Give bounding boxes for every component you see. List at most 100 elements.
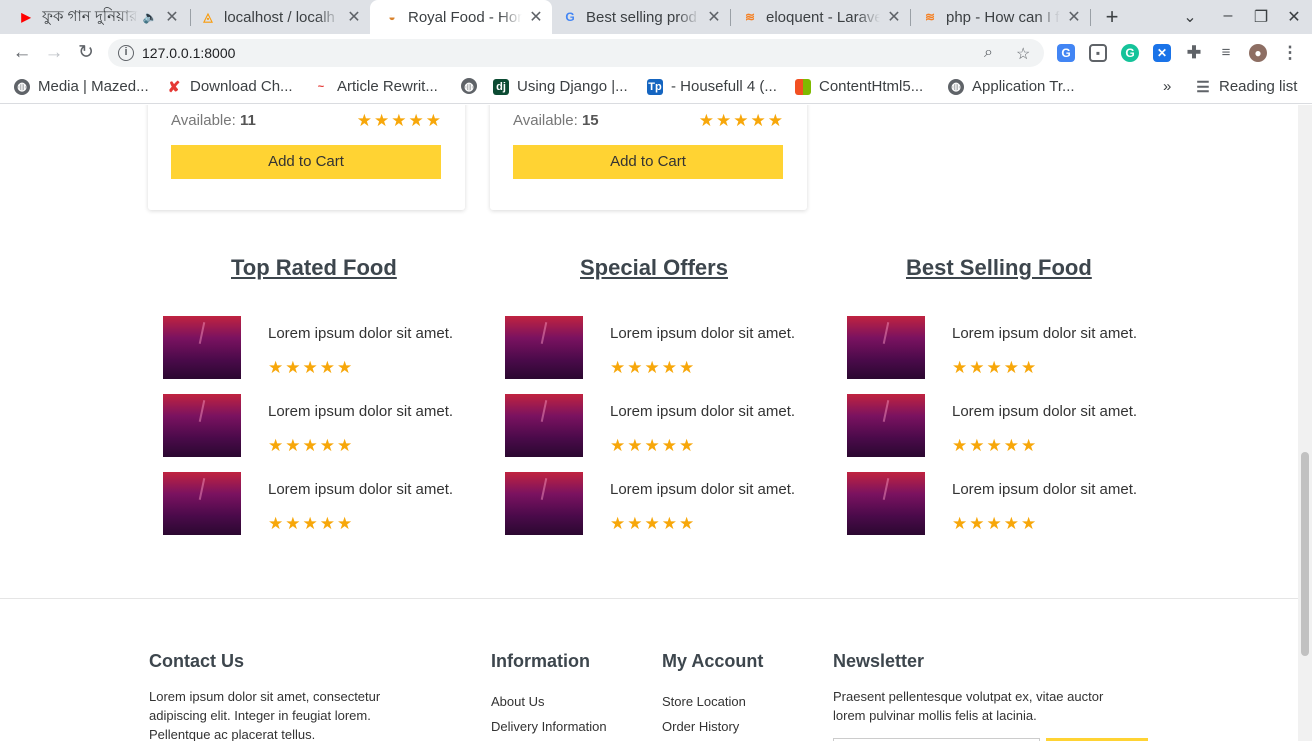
food-thumbnail[interactable] [847,472,925,535]
food-list-item[interactable]: Lorem ipsum dolor sit amet. ★★★★★ [163,394,483,457]
rating-stars: ★★★★★ [356,111,443,130]
bookmark-item[interactable]: ContentHtml5... [795,78,923,95]
food-name[interactable]: Lorem ipsum dolor sit amet. [268,481,453,498]
food-thumbnail[interactable] [505,316,583,379]
tab-search-icon[interactable]: ⌄ [1180,7,1200,27]
footer-information-title: Information [491,651,590,671]
tab-title: php - How can I fi [946,8,1060,26]
add-to-cart-button[interactable]: Add to Cart [513,145,783,179]
bookmark-item[interactable]: ~ Article Rewrit... [313,78,438,95]
section-title-best-selling[interactable]: Best Selling Food [906,255,1092,281]
newsletter-line: Praesent pellentesque volutpat ex, vitae… [833,689,1104,704]
tab-localhost[interactable]: ◬ localhost / localh ✕ [200,0,362,34]
bookmark-item[interactable]: ✘ Download Ch... [166,78,293,96]
bookmark-item[interactable]: ◍ Application Tr... [948,78,1075,95]
close-icon[interactable]: ✕ [346,7,362,27]
bookmark-item[interactable]: dj Using Django |... [493,78,628,95]
food-list-item[interactable]: Lorem ipsum dolor sit amet. ★★★★★ [847,472,1167,535]
close-icon[interactable]: ✕ [164,7,180,27]
add-to-cart-button[interactable]: Add to Cart [171,145,441,179]
address-bar[interactable]: i 127.0.0.1:8000 ⌕ ☆ [108,39,1044,67]
microsoft-icon [795,78,811,95]
close-icon[interactable]: ✕ [706,7,722,27]
close-icon[interactable]: ✕ [1066,7,1082,27]
reading-list-button[interactable]: ☰ Reading list [1195,78,1297,96]
tab-youtube[interactable]: ▶ ফুক গান দুনিয়ার গ 🔈 ✕ [18,0,180,34]
food-list-item[interactable]: Lorem ipsum dolor sit amet. ★★★★★ [163,316,483,379]
footer-link-about-us[interactable]: About Us [491,694,544,709]
availability: Available: 15 [513,112,599,129]
tab-eloquent[interactable]: ≋ eloquent - Larave ✕ [742,0,902,34]
food-name[interactable]: Lorem ipsum dolor sit amet. [952,325,1137,342]
minimize-icon[interactable]: – [1218,7,1238,25]
footer-link-order-history[interactable]: Order History [662,719,739,734]
picture-in-picture-icon[interactable]: ▪ [1089,44,1107,62]
youtube-icon: ▶ [21,10,31,24]
footer-contact-text: Lorem ipsum dolor sit amet, consectetur … [149,687,380,741]
rating-stars: ★★★★★ [952,358,1039,377]
contact-line: Pellentque ac placerat tellus. [149,727,316,741]
footer-link-delivery-information[interactable]: Delivery Information [491,719,607,734]
food-name[interactable]: Lorem ipsum dolor sit amet. [610,481,795,498]
bookmark-star-icon[interactable]: ☆ [1016,44,1030,64]
food-name[interactable]: Lorem ipsum dolor sit amet. [268,403,453,420]
tab-php[interactable]: ≋ php - How can I fi ✕ [922,0,1082,34]
rating-stars: ★★★★★ [610,358,697,377]
food-list-item[interactable]: Lorem ipsum dolor sit amet. ★★★★★ [847,316,1167,379]
section-title-special-offers[interactable]: Special Offers [580,255,728,281]
bookmark-item[interactable]: Tp - Housefull 4 (... [647,78,777,95]
food-thumbnail[interactable] [163,316,241,379]
close-icon[interactable]: ✕ [886,7,902,27]
bookmark-item[interactable]: ◍ [461,78,485,94]
food-thumbnail[interactable] [163,394,241,457]
zoom-icon[interactable]: ⌕ [984,44,993,62]
food-list-item[interactable]: Lorem ipsum dolor sit amet. ★★★★★ [505,472,825,535]
food-thumbnail[interactable] [847,316,925,379]
tab-royal-food[interactable]: ◒ Royal Food - Hom ✕ [370,0,552,34]
menu-kebab-icon[interactable]: ⋮ [1281,44,1299,62]
food-name[interactable]: Lorem ipsum dolor sit amet. [268,325,453,342]
food-list-item[interactable]: Lorem ipsum dolor sit amet. ★★★★★ [163,472,483,535]
food-thumbnail[interactable] [163,472,241,535]
reading-list-icon: ☰ [1196,78,1210,96]
food-name[interactable]: Lorem ipsum dolor sit amet. [952,403,1137,420]
site-info-icon[interactable]: i [118,45,134,61]
restore-icon[interactable]: ❐ [1251,7,1271,27]
more-bookmarks-icon[interactable]: » [1163,78,1171,95]
section-title-top-rated[interactable]: Top Rated Food [231,255,397,281]
food-list-item[interactable]: Lorem ipsum dolor sit amet. ★★★★★ [505,316,825,379]
tab-google[interactable]: G Best selling prod ✕ [562,0,722,34]
footer-contact-title: Contact Us [149,651,245,671]
forward-arrow-icon[interactable]: → [42,42,66,64]
food-list-item[interactable]: Lorem ipsum dolor sit amet. ★★★★★ [505,394,825,457]
food-thumbnail[interactable] [847,394,925,457]
media-controls-icon[interactable]: ≡ [1217,44,1235,62]
bookmark-item[interactable]: ◍ Media | Mazed... [14,78,149,95]
back-arrow-icon[interactable]: ← [10,42,34,64]
tab-title: Best selling prod [586,8,697,26]
product-card: Available: 11 ★★★★★ Add to Cart [148,105,465,210]
food-name[interactable]: Lorem ipsum dolor sit amet. [952,481,1137,498]
food-name[interactable]: Lorem ipsum dolor sit amet. [610,325,795,342]
profile-avatar[interactable]: ● [1249,44,1267,62]
scrollbar-thumb[interactable] [1301,452,1309,656]
page-scrollbar[interactable] [1298,105,1312,741]
availability-label: Available: [171,112,236,129]
food-thumbnail[interactable] [505,472,583,535]
food-name[interactable]: Lorem ipsum dolor sit amet. [610,403,795,420]
close-icon[interactable]: ✕ [528,7,544,27]
mute-icon[interactable]: 🔈 [142,9,158,25]
food-list-item[interactable]: Lorem ipsum dolor sit amet. ★★★★★ [847,394,1167,457]
google-translate-icon[interactable]: G [1057,44,1075,62]
grammarly-icon[interactable]: G [1121,44,1139,62]
tab-separator [910,9,911,26]
footer-link-store-location[interactable]: Store Location [662,694,746,709]
url-text[interactable]: 127.0.0.1:8000 [142,45,235,61]
new-tab-button[interactable]: + [1102,4,1122,30]
window-close-icon[interactable]: ✕ [1284,7,1304,27]
food-thumbnail[interactable] [505,394,583,457]
extension-blue-icon[interactable]: ✕ [1153,44,1171,62]
reload-icon[interactable]: ↻ [74,42,98,64]
extensions-puzzle-icon[interactable]: ✚ [1185,44,1203,62]
article-icon: ~ [317,80,325,93]
